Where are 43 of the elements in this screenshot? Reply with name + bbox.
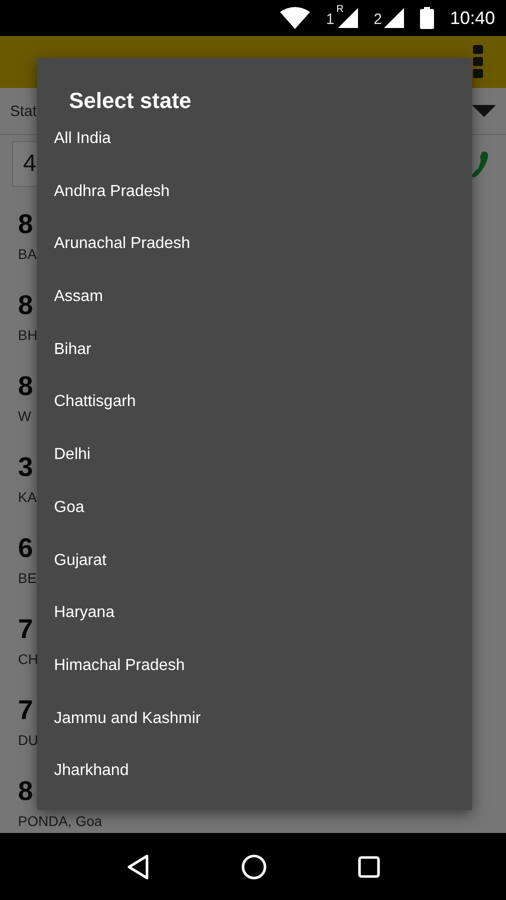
place-name: CH bbox=[18, 651, 38, 667]
wifi-icon bbox=[280, 7, 310, 29]
state-option[interactable]: Gujarat bbox=[54, 534, 106, 588]
std-code: 6 bbox=[18, 533, 34, 564]
place-name: W bbox=[18, 408, 32, 424]
std-code: 8 bbox=[18, 290, 34, 321]
std-code: 3 bbox=[18, 452, 34, 483]
state-option[interactable]: Jharkhand bbox=[54, 745, 129, 798]
place-name: BE bbox=[18, 570, 37, 586]
state-option[interactable]: Jammu and Kashmir bbox=[54, 692, 201, 746]
std-code: 8 bbox=[18, 776, 34, 807]
place-name: DU bbox=[18, 732, 38, 748]
back-icon[interactable] bbox=[126, 854, 150, 880]
battery-icon bbox=[420, 7, 434, 29]
place-name: PONDA, Goa bbox=[18, 813, 102, 829]
std-code: 7 bbox=[18, 614, 34, 645]
place-name: BH bbox=[18, 327, 38, 343]
place-name: BA bbox=[18, 246, 37, 262]
dropdown-arrow-icon[interactable] bbox=[472, 105, 496, 117]
home-icon[interactable] bbox=[240, 854, 267, 880]
dialog-title: Select state bbox=[68, 87, 192, 115]
state-option[interactable]: All India bbox=[54, 113, 111, 166]
sim-number: 2 bbox=[374, 11, 382, 28]
state-label: Stat bbox=[10, 102, 37, 120]
state-option[interactable]: Goa bbox=[54, 482, 84, 534]
state-option[interactable]: Haryana bbox=[54, 587, 114, 640]
sim-number: 1 bbox=[326, 11, 334, 28]
std-code: 7 bbox=[18, 695, 34, 726]
state-option[interactable]: Delhi bbox=[54, 429, 90, 482]
state-option[interactable]: Chattisgarh bbox=[54, 376, 136, 430]
std-code: 8 bbox=[18, 371, 34, 402]
signal-icon bbox=[384, 8, 404, 28]
std-code: 8 bbox=[18, 209, 34, 240]
roaming-indicator: R bbox=[336, 4, 344, 15]
state-option[interactable]: Bihar bbox=[54, 324, 92, 376]
recents-icon[interactable] bbox=[358, 856, 380, 878]
clock: 10:40 bbox=[450, 8, 495, 28]
state-option[interactable]: Andhra Pradesh bbox=[54, 166, 170, 218]
state-option[interactable]: Arunachal Pradesh bbox=[54, 218, 190, 272]
more-options-icon[interactable] bbox=[472, 44, 484, 80]
place-name: KA bbox=[18, 489, 37, 505]
state-option[interactable]: Assam bbox=[54, 271, 103, 324]
state-option[interactable]: Himachal Pradesh bbox=[54, 640, 185, 693]
